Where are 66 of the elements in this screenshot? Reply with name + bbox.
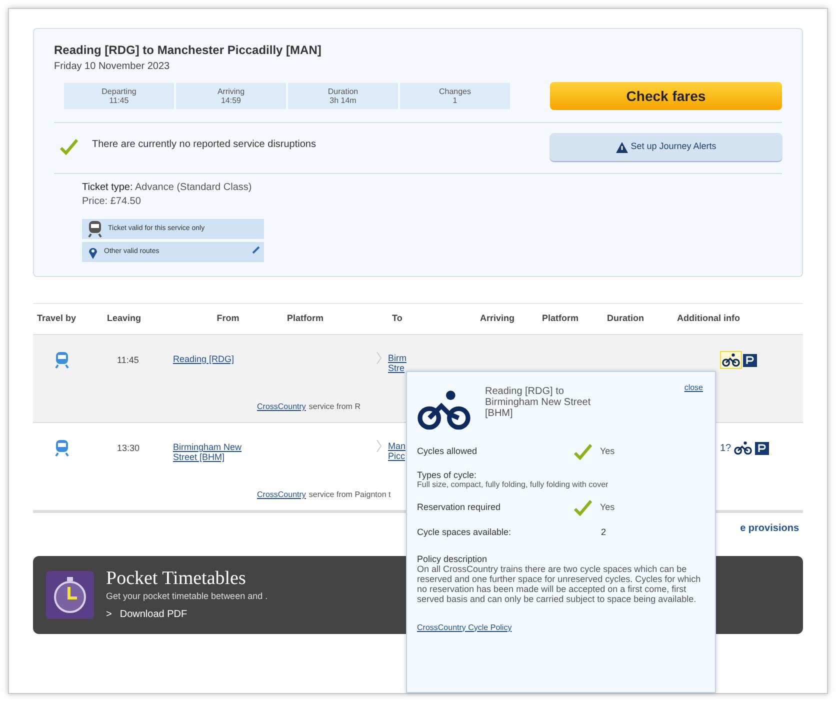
reservation-value: Yes: [600, 501, 615, 514]
bicycle-icon: [734, 441, 752, 455]
column-header: Additional info: [676, 312, 741, 326]
cycles-allowed-label: Cycles allowed: [417, 445, 478, 458]
parking-icon: [755, 442, 770, 454]
pencil-icon: [252, 246, 260, 254]
journey-date: Friday 10 November 2023: [54, 60, 171, 74]
departure-time: 13:30: [116, 442, 141, 455]
download-pdf-link[interactable]: > Download PDF: [106, 606, 268, 622]
check-icon: [574, 444, 592, 460]
cycles-allowed-value: Yes: [600, 445, 615, 458]
policy-label: Policy description: [417, 554, 488, 564]
station-link[interactable]: Birm Stre: [388, 351, 412, 373]
column-header: Leaving: [106, 312, 142, 326]
policy-description: On all CrossCountry trains there are two cycle spaces which can be reserved and one further space for unreserved cycles. Cycles for which no reservation has been made will be accepted on a first come, first served basis and can only be carried subject to space being available.: [417, 564, 702, 604]
banner-description: Get your pocket timetable between and .: [106, 590, 268, 604]
reservation-label: Reservation required: [417, 501, 502, 514]
chevron-icon: [376, 351, 382, 365]
ticket-type: Ticket type: Advance (Standard Class): [82, 182, 253, 194]
operator-link[interactable]: CrossCountry: [257, 489, 306, 501]
summary-cell: Departing 11:45: [64, 83, 174, 109]
column-header: Arriving: [479, 312, 516, 326]
close-link[interactable]: close: [684, 382, 703, 394]
service-description: service from Paignton t: [308, 489, 391, 501]
cycle-policy-link[interactable]: CrossCountry Cycle Policy: [417, 622, 512, 634]
column-header: Travel by: [36, 312, 78, 326]
warning-icon: [616, 142, 628, 152]
journey-alerts-button[interactable]: Set up Journey Alerts: [550, 133, 782, 161]
stopwatch-icon: [46, 571, 94, 619]
station-link[interactable]: Reading [RDG]: [173, 351, 268, 364]
disruption-message: There are currently no reported service disruptions: [92, 138, 316, 152]
cycle-spaces-label: Cycle spaces available:: [417, 526, 512, 539]
column-header: Platform: [541, 312, 580, 326]
cycle-types-label: Types of cycle:: [417, 470, 478, 480]
station-link[interactable]: Birmingham New Street [BHM]: [173, 439, 268, 462]
parking-icon: [743, 354, 757, 366]
train-icon: [55, 439, 69, 457]
cycle-info-button[interactable]: [720, 351, 742, 369]
chevron-icon: [376, 439, 382, 453]
train-icon: [55, 351, 69, 369]
summary-cell: Duration 3h 14m: [288, 83, 398, 109]
ticket-price: Price: £74.50: [82, 195, 142, 209]
banner-title: Pocket Timetables: [106, 568, 247, 590]
column-header: Duration: [606, 312, 645, 326]
departure-time: 11:45: [116, 354, 140, 367]
bicycle-icon: [417, 390, 471, 430]
cycle-info-button[interactable]: [732, 439, 754, 457]
operator-link[interactable]: CrossCountry: [257, 401, 306, 413]
column-header: To: [391, 312, 404, 326]
summary-cell: Changes 1: [400, 83, 510, 109]
provisions-link[interactable]: e provisions: [740, 521, 799, 536]
check-icon: [60, 139, 78, 155]
cycle-types: Full size, compact, fully folding, fully folding with cover: [417, 480, 610, 490]
check-fares-button[interactable]: Check fares: [550, 82, 782, 110]
summary-cell: Arriving 14:59: [176, 83, 286, 109]
popup-title: Reading [RDG] to Birmingham New Street [BHM]: [485, 386, 592, 419]
info-fragment: 1?: [720, 442, 732, 456]
column-header: Platform: [286, 312, 325, 326]
journey-title: Reading [RDG] to Manchester Piccadilly [MAN]: [54, 42, 322, 59]
check-icon: [574, 500, 592, 516]
bicycle-icon: [722, 353, 740, 367]
train-icon: [88, 220, 102, 238]
service-description: service from R: [308, 401, 360, 413]
pin-icon: [88, 246, 98, 258]
cycle-spaces-value: 2: [601, 526, 606, 539]
column-header: From: [216, 312, 240, 326]
